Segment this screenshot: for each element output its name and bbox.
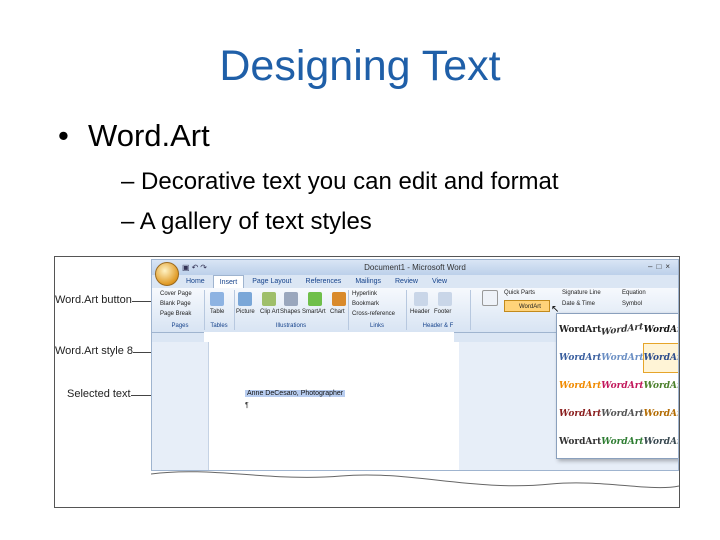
chart-icon[interactable] [332, 292, 346, 306]
sub-bullet-2: – A gallery of text styles [121, 208, 372, 235]
smartart-button[interactable]: SmartArt [302, 309, 326, 315]
tab-review[interactable]: Review [389, 275, 424, 288]
wordart-gallery: WordArtWordArtWordArtWordArtWordArtWordA… [556, 313, 678, 459]
wordart-gallery-grid: WordArtWordArtWordArtWordArtWordArtWordA… [559, 313, 678, 456]
signature-line-button[interactable]: Signature Line [562, 290, 601, 296]
clip-art-button[interactable]: Clip Art [260, 309, 279, 315]
blank-page-button[interactable]: Blank Page [160, 301, 191, 307]
slide-title: Designing Text [219, 42, 501, 90]
cover-page-button[interactable]: Cover Page [160, 291, 192, 297]
picture-icon[interactable] [238, 292, 252, 306]
group-label-pages: Pages [171, 323, 189, 329]
group-separator [406, 290, 407, 330]
word-screenshot: Word.Art button Word.Art style 8 Selecte… [54, 256, 680, 508]
title-bar: Document1 - Microsoft Word [152, 260, 678, 275]
save-icon[interactable]: ▣ [182, 263, 192, 272]
group-separator [234, 290, 235, 330]
bullet-wordart: • Word.Art [58, 118, 210, 154]
wordart-style-17[interactable]: WordArt [601, 400, 643, 428]
clip-art-icon[interactable] [262, 292, 276, 306]
date-time-button[interactable]: Date & Time [562, 301, 595, 307]
wordart-button[interactable]: WordArt [504, 300, 550, 312]
header-icon[interactable] [414, 292, 428, 306]
wordart-style-11[interactable]: WordArt [559, 372, 601, 400]
cross-reference-button[interactable]: Cross-reference [352, 311, 395, 317]
wordart-style-2[interactable]: WordArt [601, 313, 643, 347]
footer-icon[interactable] [438, 292, 452, 306]
tab-insert[interactable]: Insert [212, 275, 245, 288]
chart-button[interactable]: Chart [330, 309, 345, 315]
symbol-button[interactable]: Symbol [622, 301, 642, 307]
bullet-text: Word.Art [88, 118, 210, 153]
wordart-style-8[interactable]: WordArt [642, 343, 678, 373]
wordart-style-21[interactable]: WordArt [559, 428, 601, 456]
shapes-button[interactable]: Shapes [280, 309, 300, 315]
maximize-icon[interactable]: □ [656, 262, 665, 271]
document-page[interactable]: Anne DeCesaro, Photographer ¶ [208, 342, 459, 470]
window-controls: –□× [648, 262, 674, 271]
tab-view[interactable]: View [426, 275, 453, 288]
wordart-style-16[interactable]: WordArt [559, 400, 601, 428]
group-separator [348, 290, 349, 330]
tab-references[interactable]: References [300, 275, 348, 288]
wordart-button-label: WordArt [519, 304, 541, 310]
undo-icon[interactable]: ↶ [192, 263, 201, 272]
selected-text[interactable]: Anne DeCesaro, Photographer [245, 390, 346, 397]
group-label-links: Links [369, 323, 384, 329]
tab-mailings[interactable]: Mailings [349, 275, 387, 288]
quick-parts-button[interactable]: Quick Parts [504, 290, 535, 296]
redo-icon[interactable]: ↷ [200, 263, 209, 272]
torn-edge [151, 462, 679, 507]
group-label-illustrations: Illustrations [275, 323, 307, 329]
callout-wordart-style: Word.Art style 8 [55, 345, 134, 357]
smartart-icon[interactable] [308, 292, 322, 306]
word-window: Document1 - Microsoft Word ▣↶↷ –□× Home … [151, 259, 679, 471]
group-label-header-footer: Header & F [422, 323, 454, 329]
table-icon[interactable] [210, 292, 224, 306]
wordart-style-1[interactable]: WordArt [559, 316, 601, 344]
wordart-style-23[interactable]: WordArt [644, 428, 678, 456]
wordart-style-3[interactable]: WordArt [644, 316, 678, 344]
mouse-pointer-icon: ↖ [551, 304, 560, 315]
group-separator [470, 290, 471, 330]
callout-wordart-button: Word.Art button [55, 294, 132, 306]
close-icon[interactable]: × [665, 262, 674, 271]
group-label-tables: Tables [210, 323, 228, 329]
picture-button[interactable]: Picture [236, 309, 255, 315]
page-break-button[interactable]: Page Break [160, 311, 191, 317]
header-button[interactable]: Header [410, 309, 430, 315]
bullet-dot: • [58, 118, 69, 153]
wordart-style-22[interactable]: WordArt [601, 428, 643, 456]
hyperlink-button[interactable]: Hyperlink [352, 291, 377, 297]
office-button[interactable] [155, 262, 179, 286]
callout-selected-text: Selected text [67, 388, 131, 400]
table-button[interactable]: Table [210, 309, 224, 315]
wordart-style-7[interactable]: WordArt [601, 344, 643, 372]
wordart-style-12[interactable]: WordArt [601, 372, 643, 400]
text-box-icon[interactable] [482, 290, 498, 306]
wordart-style-18[interactable]: WordArt [644, 400, 678, 428]
footer-button[interactable]: Footer [434, 309, 451, 315]
wordart-style-13[interactable]: WordArt [644, 372, 678, 400]
tab-home[interactable]: Home [180, 275, 211, 288]
tab-page-layout[interactable]: Page Layout [246, 275, 297, 288]
sub-bullet-1: – Decorative text you can edit and forma… [121, 168, 559, 195]
quick-access-toolbar[interactable]: ▣↶↷ [182, 263, 209, 272]
bookmark-button[interactable]: Bookmark [352, 301, 379, 307]
window-title: Document1 - Microsoft Word [364, 263, 466, 272]
shapes-icon[interactable] [284, 292, 298, 306]
wordart-style-6[interactable]: WordArt [559, 344, 601, 372]
paragraph-mark: ¶ [245, 402, 249, 409]
equation-button[interactable]: Equation [622, 290, 646, 296]
ribbon-tabs: Home Insert Page Layout References Maili… [180, 275, 453, 288]
